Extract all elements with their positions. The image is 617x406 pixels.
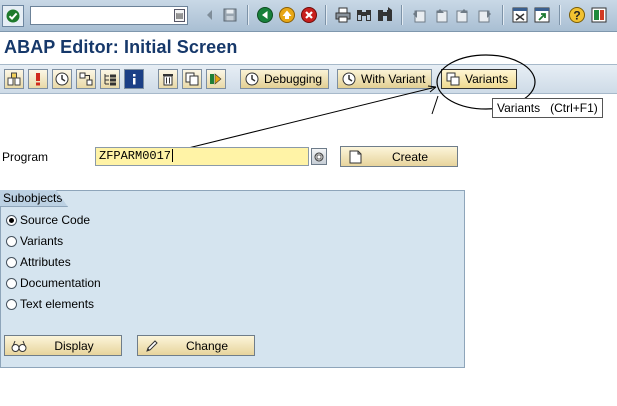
subobject-option-label: Text elements — [20, 297, 95, 311]
text-cursor — [172, 149, 174, 163]
create-icon — [347, 149, 363, 165]
display-icon — [11, 338, 27, 354]
value-help-icon[interactable] — [311, 148, 327, 165]
subobject-option[interactable]: Documentation — [6, 276, 101, 290]
subobject-option-label: Variants — [20, 234, 64, 248]
display-label: Display — [54, 338, 94, 353]
program-input[interactable]: ZFPARM0017 — [95, 147, 309, 166]
pencil-icon — [144, 338, 160, 354]
radio-dot — [9, 217, 14, 223]
subobject-option[interactable]: Attributes — [6, 255, 71, 269]
display-button[interactable]: Display — [4, 335, 122, 356]
create-button[interactable]: Create — [340, 146, 458, 167]
subobject-option[interactable]: Variants — [6, 234, 63, 248]
subobject-option[interactable]: Source Code — [6, 213, 90, 227]
subobject-option-label: Attributes — [20, 255, 71, 269]
create-label: Create — [391, 149, 429, 164]
subobject-option[interactable]: Text elements — [6, 297, 94, 311]
subobjects-title: Subobjects — [0, 190, 68, 207]
annotation-arrow-line — [171, 86, 437, 153]
radio-icon[interactable] — [6, 298, 17, 310]
program-input-value: ZFPARM0017 — [99, 149, 172, 163]
radio-icon[interactable] — [6, 256, 17, 268]
annotation-pen-stroke — [431, 95, 439, 115]
radio-icon[interactable] — [6, 277, 17, 289]
variants-tooltip: Variants (Ctrl+F1) — [492, 98, 603, 118]
program-label: Program — [2, 150, 49, 164]
change-label: Change — [185, 338, 229, 353]
subobject-option-label: Source Code — [20, 213, 91, 227]
radio-selected-icon[interactable] — [6, 214, 17, 226]
subobject-option-label: Documentation — [20, 276, 101, 290]
radio-icon[interactable] — [6, 235, 17, 247]
change-button[interactable]: Change — [137, 335, 255, 356]
